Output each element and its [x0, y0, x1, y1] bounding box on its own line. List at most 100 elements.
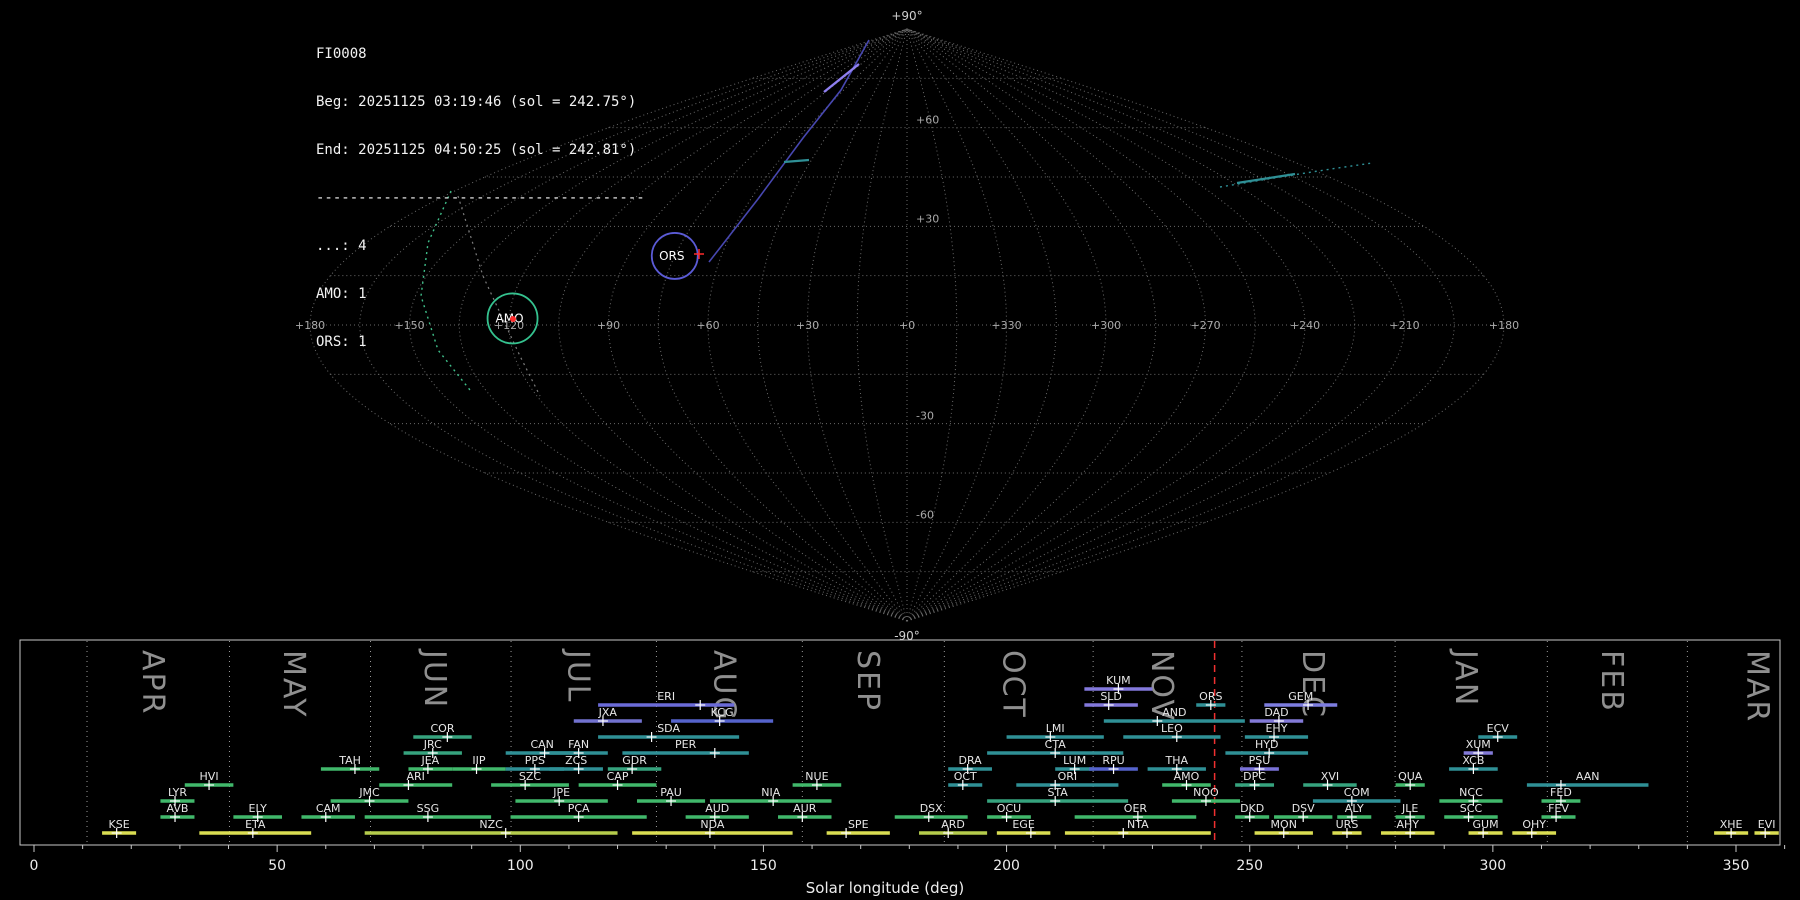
month-label-dec: DEC	[1295, 650, 1330, 719]
shower-label-ssg: SSG	[417, 802, 440, 815]
pole-south-label: -90°	[894, 629, 920, 643]
shower-label-leo: LEO	[1161, 722, 1183, 735]
radiant-label-ors: ORS	[659, 249, 684, 263]
shower-label-iip: IIP	[472, 754, 485, 767]
shower-label-sda: SDA	[657, 722, 680, 735]
shower-label-jea: JEA	[420, 754, 439, 767]
longitude-label: +240	[1290, 319, 1320, 332]
shower-label-eta: ETA	[245, 818, 266, 831]
count-amo: AMO: 1	[316, 286, 367, 302]
longitude-label: +210	[1389, 319, 1419, 332]
month-label-may: MAY	[276, 650, 311, 718]
shower-label-jmc: JMC	[358, 786, 380, 799]
shower-label-tah: TAH	[338, 754, 361, 767]
meridian-line	[906, 28, 1455, 622]
shower-label-dkd: DKD	[1240, 802, 1264, 815]
shower-label-aur: AUR	[793, 802, 817, 815]
x-tick-label: 300	[1479, 858, 1506, 874]
month-label-feb: FEB	[1594, 650, 1629, 713]
begin-time: Beg: 20251125 03:19:46 (sol = 242.75°)	[316, 94, 637, 110]
x-axis: 0 50 100 150 200 250 300 350 Solar longitude (de…	[30, 845, 1786, 897]
shower-label-pau: PAU	[660, 786, 682, 799]
shower-label-gdr: GDR	[622, 754, 647, 767]
shower-label-cap: CAP	[607, 770, 629, 783]
shower-label-aan: AAN	[1576, 770, 1600, 783]
month-label-sep: SEP	[850, 650, 885, 712]
latitude-label: +30	[916, 212, 939, 225]
shower-label-nue: NUE	[805, 770, 828, 783]
meridian-line	[906, 28, 1207, 622]
shower-label-evi: EVI	[1758, 818, 1776, 831]
shower-label-ori: ORI	[1058, 770, 1078, 783]
short-teal-segment	[783, 158, 810, 164]
shower-label-spe: SPE	[848, 818, 869, 831]
shower-label-ocu: OCU	[997, 802, 1021, 815]
month-label-jan: JAN	[1448, 648, 1483, 707]
info-separator: ---------------------------------------	[316, 190, 645, 206]
capture-info: FI0008 Beg: 20251125 03:19:46 (sol = 242…	[316, 14, 645, 382]
shower-label-pps: PPS	[525, 754, 545, 767]
shower-label-fev: FEV	[1548, 802, 1569, 815]
shower-label-lyr: LYR	[168, 786, 187, 799]
meridian-line	[757, 28, 908, 622]
month-label-apr: APR	[135, 650, 170, 715]
shower-label-ecv: ECV	[1487, 722, 1510, 735]
shower-label-hvi: HVI	[200, 770, 219, 783]
shower-label-psu: PSU	[1249, 754, 1271, 767]
x-tick-label: 100	[507, 858, 534, 874]
count-sporadic: ...: 4	[316, 238, 367, 254]
shower-label-rpu: RPU	[1102, 754, 1124, 767]
east-track-dotted	[1219, 162, 1373, 188]
shower-label-tha: THA	[1165, 754, 1189, 767]
shower-label-eri: ERI	[657, 690, 675, 703]
station-id: FI0008	[316, 46, 367, 62]
latitude-label: -60	[916, 508, 934, 521]
end-time: End: 20251125 04:50:25 (sol = 242.81°)	[316, 142, 637, 158]
activity-timeline: APR MAY JUN JUL AUG SEP OCT NOV DEC JAN FEB MARKUME…	[19, 639, 1786, 897]
meteor-detection-report: +90° -90° +60 +30 -30 -60 +180 +150 +120 +90 +60 +3…	[0, 0, 1800, 900]
x-tick-label: 0	[30, 858, 39, 874]
shower-label-amo: AMO	[1174, 770, 1200, 783]
shower-label-sta: STA	[1047, 786, 1068, 799]
pole-north-label: +90°	[891, 9, 922, 23]
shower-label-cta: CTA	[1045, 738, 1067, 751]
shower-label-dpc: DPC	[1243, 770, 1266, 783]
latitude-label: -30	[916, 410, 934, 423]
shower-label-gum: GUM	[1473, 818, 1499, 831]
shower-label-jrc: JRC	[423, 738, 442, 751]
shower-label-scc: SCC	[1460, 802, 1483, 815]
shower-label-xum: XUM	[1466, 738, 1491, 751]
shower-label-noo: NOO	[1193, 786, 1219, 799]
month-label-jul: JUL	[561, 648, 596, 704]
shower-bars: KUM ERI SLD ORS GEM JXA KCG AND DAD COR SDA LMI LEO E…	[102, 674, 1779, 838]
east-track-solid	[1236, 172, 1296, 185]
shower-label-nia: NIA	[761, 786, 780, 799]
shower-label-cor: COR	[430, 722, 454, 735]
shower-label-mon: MON	[1271, 818, 1297, 831]
x-tick-label: 250	[1236, 858, 1263, 874]
shower-label-oct: OCT	[954, 770, 977, 783]
shower-label-qua: QUA	[1398, 770, 1423, 783]
shower-label-can: CAN	[530, 738, 553, 751]
longitude-label: +300	[1091, 319, 1121, 332]
x-tick-label: 200	[993, 858, 1020, 874]
shower-label-nda: NDA	[700, 818, 725, 831]
month-label-oct: OCT	[996, 650, 1031, 719]
month-label-mar: MAR	[1740, 650, 1775, 723]
shower-label-hyd: HYD	[1255, 738, 1278, 751]
shower-label-xcb: XCB	[1462, 754, 1484, 767]
shower-label-kcg: KCG	[711, 706, 734, 719]
shower-label-nzc: NZC	[479, 818, 503, 831]
shower-label-ohy: OHY	[1522, 818, 1546, 831]
shower-label-ncc: NCC	[1459, 786, 1483, 799]
shower-label-sld: SLD	[1100, 690, 1122, 703]
shower-label-ehy: EHY	[1265, 722, 1287, 735]
x-tick-label: 150	[750, 858, 777, 874]
longitude-label: +60	[696, 319, 719, 332]
x-axis-title: Solar longitude (deg)	[806, 879, 964, 897]
ors-meteor-trail	[708, 39, 870, 263]
month-label-jun: JUN	[417, 648, 452, 709]
report-canvas: +90°-90°+60+30-30-60+180 +150 +120 +90 +60 +3…	[19, 9, 1786, 897]
shower-label-and: AND	[1162, 706, 1186, 719]
shower-label-xvi: XVI	[1321, 770, 1339, 783]
